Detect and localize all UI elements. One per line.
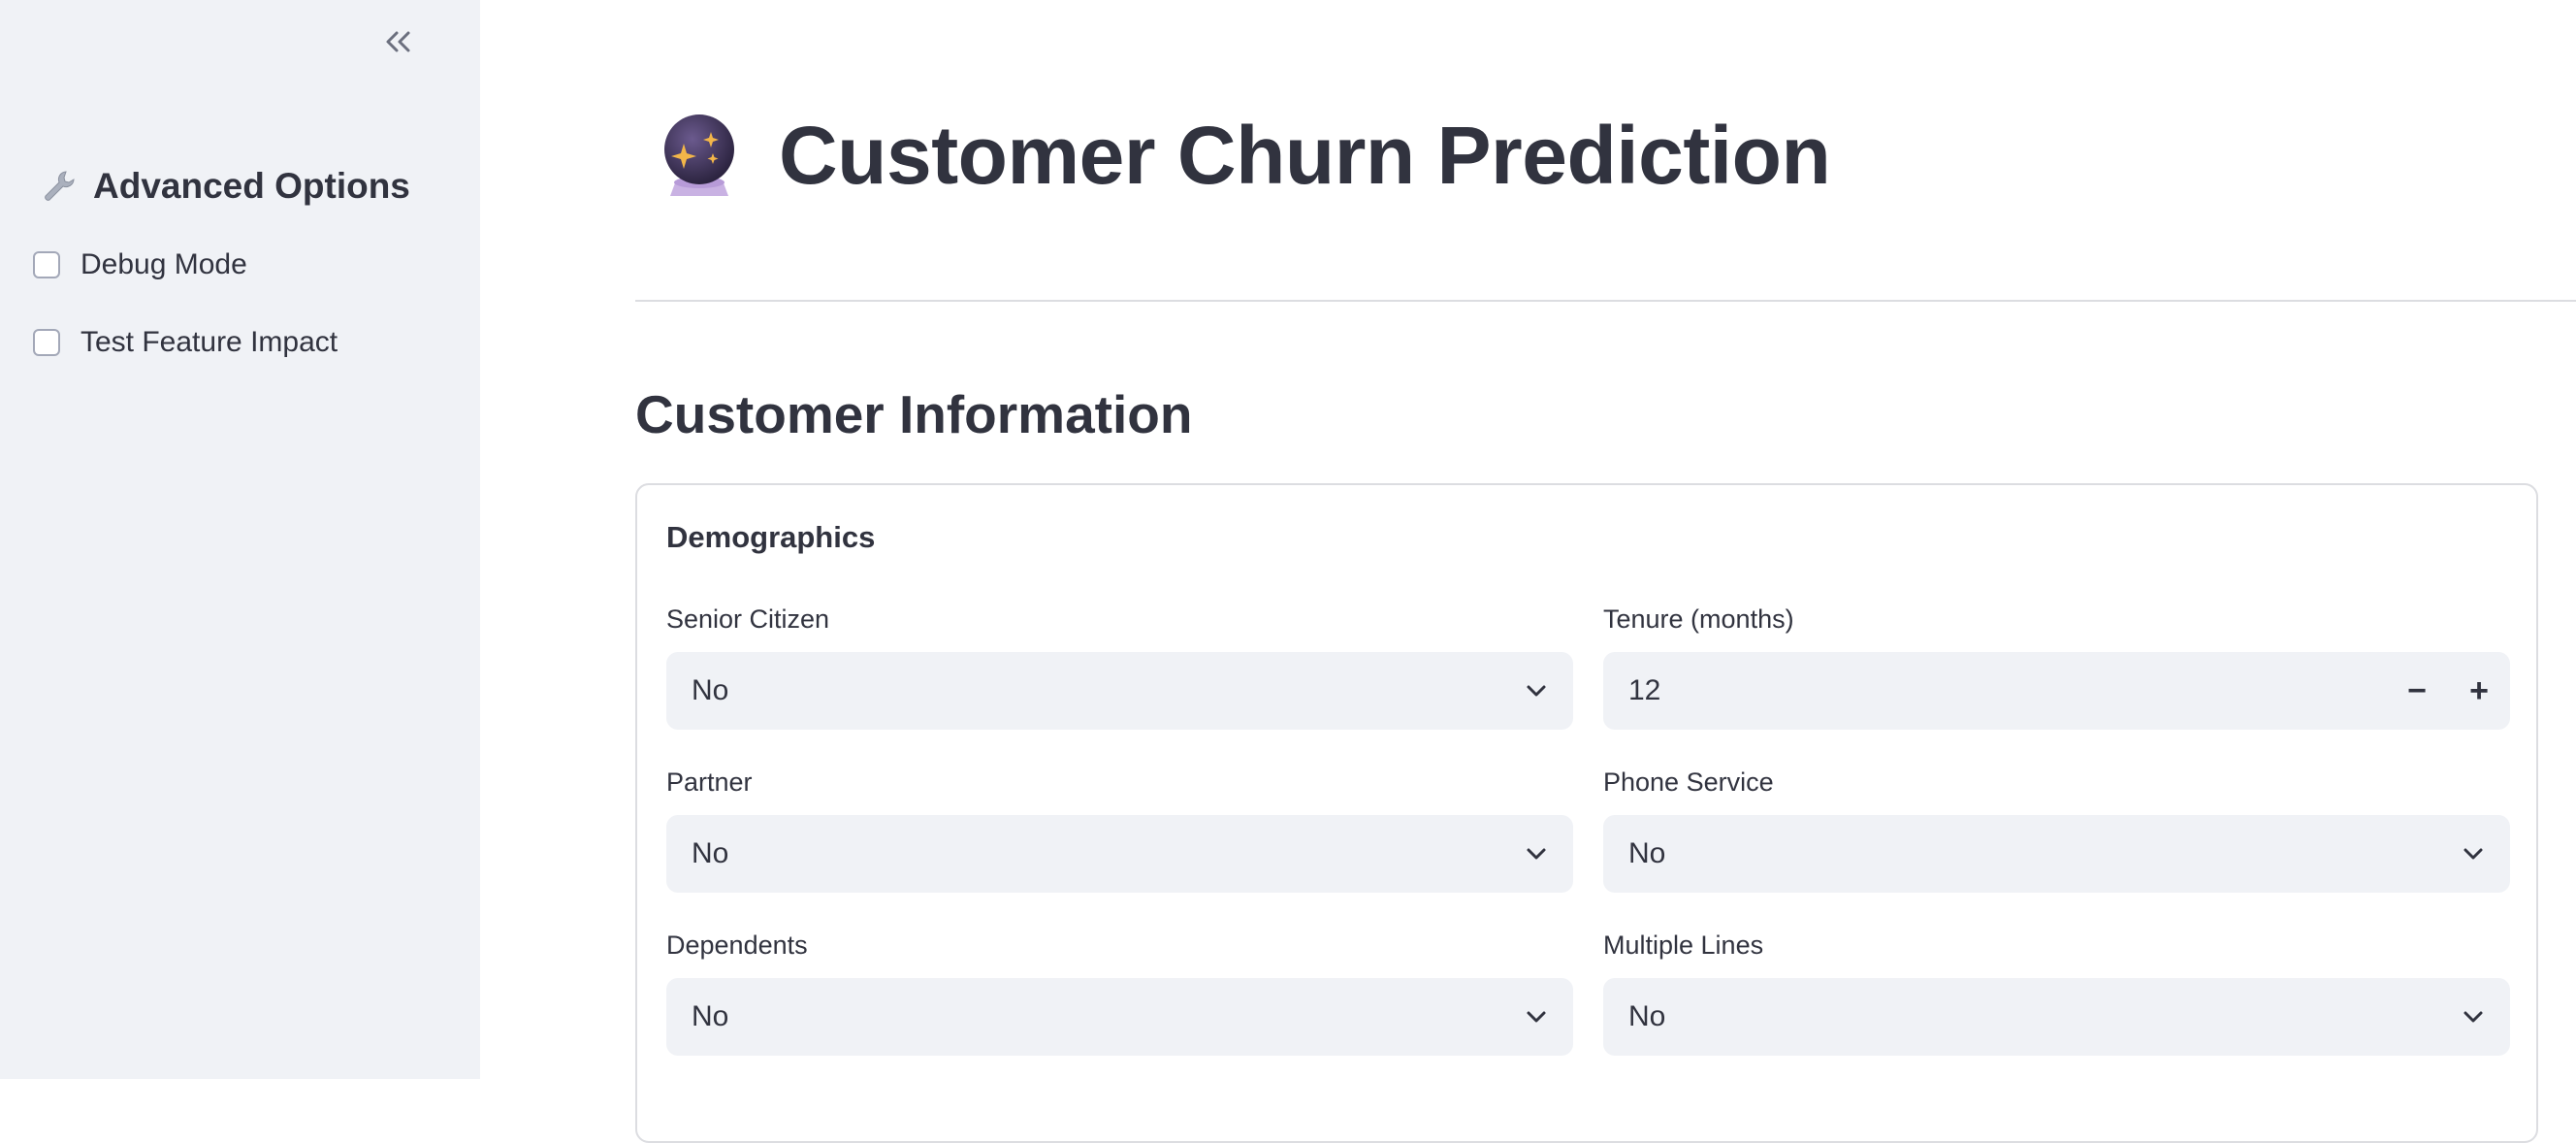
field-label: Dependents	[666, 931, 808, 960]
section-title: Customer Information	[635, 384, 1193, 444]
collapse-sidebar-button[interactable]	[380, 25, 417, 62]
debug-mode-checkbox[interactable]: Debug Mode	[33, 245, 247, 284]
advanced-options-title: Advanced Options	[93, 166, 410, 206]
sidebar: Advanced Options Debug Mode Test Feature…	[0, 0, 480, 1079]
select-value: No	[692, 837, 729, 869]
main-content: Customer Churn Prediction Customer Infor…	[480, 0, 2576, 1143]
number-value[interactable]: 12	[1628, 674, 2386, 707]
double-chevron-left-icon	[384, 30, 413, 58]
partner-field: Partner No	[666, 765, 1573, 893]
advanced-options-header: Advanced Options	[39, 161, 410, 212]
decrement-button[interactable]: −	[2386, 652, 2448, 730]
page-title-text: Customer Churn Prediction	[779, 109, 1831, 201]
partner-select[interactable]: No	[666, 815, 1573, 893]
tenure-field: Tenure (months) 12 − +	[1603, 602, 2510, 730]
select-value: No	[692, 674, 729, 706]
dependents-select[interactable]: No	[666, 978, 1573, 1056]
multiple-lines-field: Multiple Lines No	[1603, 928, 2510, 1056]
phone-service-select[interactable]: No	[1603, 815, 2510, 893]
phone-service-field: Phone Service No	[1603, 765, 2510, 893]
increment-button[interactable]: +	[2448, 652, 2510, 730]
chevron-down-icon	[1525, 679, 1548, 702]
field-label: Multiple Lines	[1603, 931, 1764, 960]
multiple-lines-select[interactable]: No	[1603, 978, 2510, 1056]
select-value: No	[692, 1000, 729, 1032]
chevron-down-icon	[1525, 842, 1548, 865]
field-label: Tenure (months)	[1603, 604, 1794, 634]
test-feature-impact-checkbox[interactable]: Test Feature Impact	[33, 323, 338, 362]
checkbox-box[interactable]	[33, 329, 60, 356]
senior-citizen-field: Senior Citizen No	[666, 602, 1573, 730]
checkbox-label: Debug Mode	[80, 248, 247, 280]
dependents-field: Dependents No	[666, 928, 1573, 1056]
divider	[635, 300, 2576, 302]
checkbox-label: Test Feature Impact	[80, 326, 338, 358]
page-title: Customer Churn Prediction	[655, 97, 1831, 213]
wrench-icon	[39, 166, 80, 207]
select-value: No	[1628, 837, 1666, 869]
chevron-down-icon	[2462, 842, 2485, 865]
senior-citizen-select[interactable]: No	[666, 652, 1573, 730]
demographics-card: Demographics Senior Citizen No Partner N…	[635, 483, 2538, 1143]
chevron-down-icon	[1525, 1005, 1548, 1029]
card-title: Demographics	[666, 520, 876, 554]
chevron-down-icon	[2462, 1005, 2485, 1029]
field-label: Phone Service	[1603, 767, 1774, 797]
select-value: No	[1628, 1000, 1666, 1032]
crystal-ball-icon	[655, 111, 744, 200]
field-label: Partner	[666, 767, 753, 797]
field-label: Senior Citizen	[666, 604, 830, 634]
checkbox-box[interactable]	[33, 251, 60, 278]
tenure-number-input[interactable]: 12 − +	[1603, 652, 2510, 730]
